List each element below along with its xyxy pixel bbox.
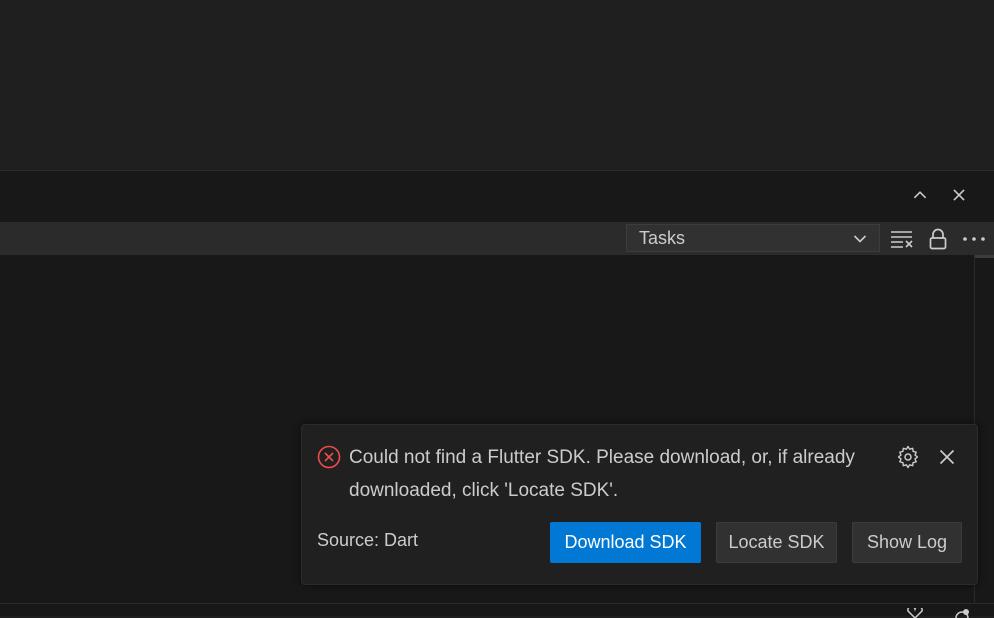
status-bar: [0, 603, 994, 618]
maximize-panel-button[interactable]: [908, 183, 932, 207]
clear-output-icon: [891, 231, 913, 248]
chevron-up-icon: [913, 191, 927, 199]
heart-icon[interactable]: [905, 608, 925, 618]
bell-icon[interactable]: [952, 608, 972, 618]
close-panel-button[interactable]: [947, 183, 971, 207]
chevron-down-icon: [853, 235, 867, 243]
output-channel-select[interactable]: Tasks: [626, 224, 880, 252]
lock-scroll-button[interactable]: [925, 226, 951, 252]
locate-sdk-button[interactable]: Locate SDK: [716, 522, 837, 563]
gear-icon[interactable]: [896, 445, 920, 469]
notification-message: Could not find a Flutter SDK. Please dow…: [349, 447, 855, 501]
more-actions-icon: [963, 237, 985, 241]
more-actions-button[interactable]: [961, 226, 987, 252]
clear-output-button[interactable]: [889, 226, 915, 252]
download-sdk-button[interactable]: Download SDK: [550, 522, 701, 563]
close-icon[interactable]: [935, 445, 959, 469]
notification-source: Source: Dart: [317, 530, 419, 550]
close-icon: [953, 189, 965, 201]
error-icon: [317, 445, 341, 469]
panel-toolbar: Tasks: [0, 222, 994, 255]
scrollbar-shadow: [975, 255, 994, 258]
lock-icon: [929, 228, 947, 250]
output-channel-value: Tasks: [639, 227, 686, 248]
editor-area: [0, 0, 994, 171]
show-log-button[interactable]: Show Log: [852, 522, 962, 563]
panel-title-bar: [0, 171, 994, 221]
notification-toast: Could not find a Flutter SDK. Please dow…: [301, 424, 978, 585]
